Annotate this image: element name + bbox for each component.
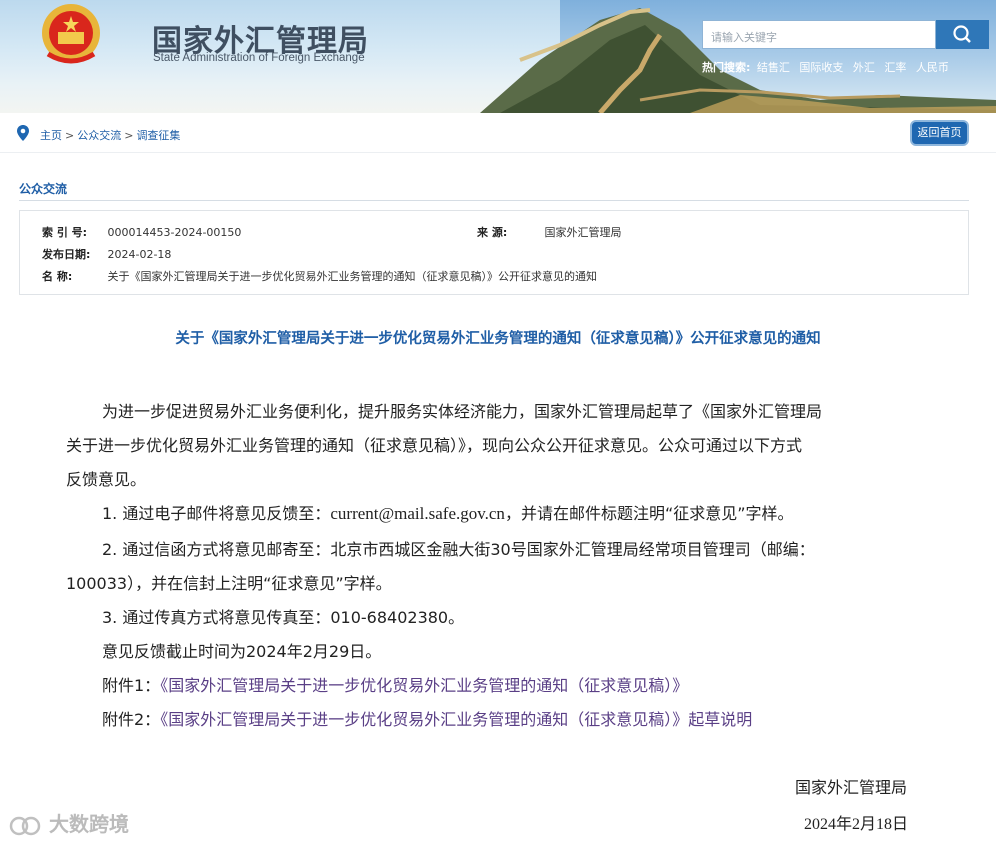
watermark-text: 大数跨境	[48, 812, 129, 836]
great-wall-banner-image	[480, 8, 996, 113]
attachment-2-link[interactable]: 《国家外汇管理局关于进一步优化贸易外汇业务管理的通知（征求意见稿）》起草说明	[160, 710, 752, 729]
intro-line-1: 为进一步促进贸易外汇业务便利化，提升服务实体经济能力，国家外汇管理局起草了《国家…	[102, 402, 823, 421]
watermark-logo-icon	[9, 816, 41, 835]
attachment-1-label: 附件1：	[102, 676, 161, 695]
meta-date-label: 发布日期:	[42, 248, 91, 261]
hot-search-item[interactable]: 汇率	[884, 61, 906, 74]
document-title: 关于《国家外汇管理局关于进一步优化贸易外汇业务管理的通知（征求意见稿）》公开征求…	[175, 331, 821, 347]
site-subtitle: State Administration of Foreign Exchange	[153, 52, 365, 64]
attachment-2-label: 附件2：	[102, 710, 161, 729]
item-email-text: 1. 通过电子邮件将意见反馈至：	[102, 504, 331, 523]
item-email-text-2: ，并请在邮件标题注明“征求意见”字样。	[504, 504, 794, 523]
deadline: 意见反馈截止时间为2024年2月29日。	[102, 642, 382, 661]
intro-line-2: 关于进一步优化贸易外汇业务管理的通知（征求意见稿）》，现向公众公开征求意见。公众…	[66, 436, 803, 455]
watermark: 大数跨境	[8, 808, 129, 837]
location-pin-icon	[17, 125, 29, 141]
section-title: 公众交流	[19, 182, 68, 196]
hot-search-item[interactable]: 人民币	[916, 61, 949, 74]
breadcrumb: 主页 > 公众交流 > 调查征集	[40, 127, 180, 143]
signature-date: 2024年2月18日	[804, 816, 909, 833]
hot-search-label: 热门搜索:	[702, 61, 751, 74]
item-email: 1. 通过电子邮件将意见反馈至：current@mail.safe.gov.cn…	[102, 500, 794, 524]
breadcrumb-survey[interactable]: 调查征集	[136, 129, 180, 142]
meta-source-value: 国家外汇管理局	[544, 226, 622, 239]
hot-search-item[interactable]: 国际收支	[799, 61, 843, 74]
meta-date: 发布日期: 2024-02-18	[42, 246, 171, 262]
meta-date-value: 2024-02-18	[107, 248, 172, 261]
back-home-button[interactable]: 返回首页	[910, 120, 969, 146]
search-icon	[953, 25, 971, 43]
meta-source-label: 来 源:	[477, 226, 508, 239]
meta-index-label: 索 引 号:	[42, 226, 88, 239]
breadcrumb-public[interactable]: 公众交流	[77, 129, 121, 142]
hot-search-item[interactable]: 结售汇	[757, 61, 790, 74]
site-header: 国家外汇管理局 State Administration of Foreign …	[0, 0, 996, 113]
hot-search-item[interactable]: 外汇	[853, 61, 875, 74]
signature-org: 国家外汇管理局	[795, 778, 908, 797]
item-fax: 3. 通过传真方式将意见传真至：010-68402380。	[102, 608, 465, 627]
intro-line-3: 反馈意见。	[66, 470, 147, 489]
breadcrumb-home[interactable]: 主页	[40, 129, 62, 142]
document-meta: 索 引 号: 000014453-2024-00150 来 源: 国家外汇管理局…	[19, 210, 969, 295]
meta-name-value: 关于《国家外汇管理局关于进一步优化贸易外汇业务管理的通知（征求意见稿）》公开征求…	[107, 270, 598, 283]
item-mail-line-2: 100033），并在信封上注明“征求意见”字样。	[66, 574, 392, 593]
meta-name: 名 称: 关于《国家外汇管理局关于进一步优化贸易外汇业务管理的通知（征求意见稿）…	[42, 268, 597, 284]
item-mail-line-1: 2. 通过信函方式将意见邮寄至：北京市西城区金融大街30号国家外汇管理局经常项目…	[102, 540, 815, 559]
search-input[interactable]: 请输入关键字	[702, 20, 936, 49]
divider	[19, 200, 969, 201]
search-button[interactable]	[936, 20, 989, 49]
breadcrumb-separator: >	[124, 129, 134, 142]
attachment-2: 附件2：《国家外汇管理局关于进一步优化贸易外汇业务管理的通知（征求意见稿）》起草…	[102, 706, 752, 730]
attachment-1-link[interactable]: 《国家外汇管理局关于进一步优化贸易外汇业务管理的通知（征求意见稿）》	[160, 676, 688, 695]
meta-name-label: 名 称:	[42, 270, 73, 283]
national-emblem-icon	[38, 2, 104, 68]
breadcrumb-separator: >	[65, 129, 75, 142]
meta-index-value: 000014453-2024-00150	[107, 226, 242, 239]
attachment-1: 附件1：《国家外汇管理局关于进一步优化贸易外汇业务管理的通知（征求意见稿）》	[102, 672, 688, 696]
meta-index: 索 引 号: 000014453-2024-00150	[42, 224, 241, 240]
email-address: current@mail.safe.gov.cn	[330, 504, 505, 523]
hot-search: 热门搜索: 结售汇 国际收支 外汇 汇率 人民币	[702, 59, 955, 75]
meta-source: 来 源: 国家外汇管理局	[477, 224, 622, 240]
